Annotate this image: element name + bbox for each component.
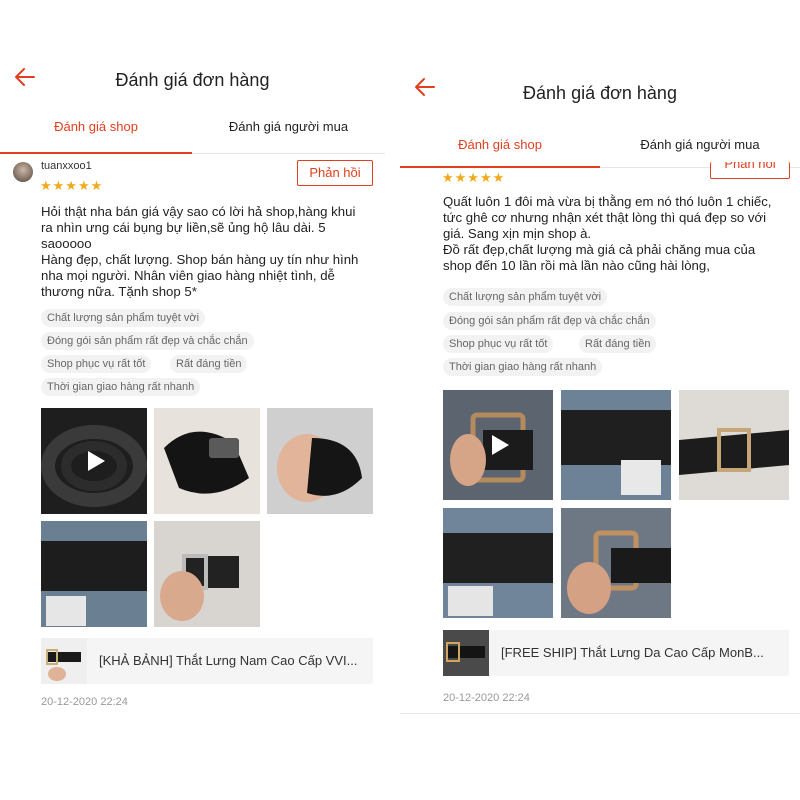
- review-tag: Chất lượng sản phẩm tuyệt vời: [41, 309, 206, 327]
- comment-line: Hàng đẹp, chất lượng. Shop bán hàng uy t…: [41, 252, 359, 267]
- review-video-thumb[interactable]: [41, 408, 147, 514]
- comment-line: giá. Sang xịn mịn shop à.: [443, 226, 592, 241]
- divider: [400, 713, 800, 714]
- review-photo[interactable]: [443, 508, 553, 618]
- comment-line: nha mọi người. Nhân viên giao hàng nhiệt…: [41, 268, 335, 283]
- active-tab-indicator: [400, 166, 600, 168]
- review-tag: Shop phục vụ rất tốt: [41, 355, 152, 373]
- avatar: [13, 162, 33, 182]
- belt-photo: [561, 390, 671, 500]
- page-header: Đánh giá đơn hàng: [0, 60, 385, 105]
- review-photo[interactable]: [561, 390, 671, 500]
- comment-line: Đồ rất đẹp,chất lượng mà giá cả phải chă…: [443, 242, 756, 257]
- comment-line: saooooo: [41, 236, 92, 251]
- review-tag: Rất đáng tiền: [579, 335, 657, 353]
- review-tag: Đóng gói sản phẩm rất đẹp và chắc chắn: [41, 332, 254, 350]
- belt-photo: [41, 521, 147, 627]
- product-thumbnail: [41, 638, 87, 684]
- comment-line: Quất luôn 1 đôi mà vừa bị thằng em nó th…: [443, 194, 772, 209]
- reply-button[interactable]: Phản hồi: [297, 160, 373, 186]
- review-tag: Chất lượng sản phẩm tuyệt vời: [443, 288, 608, 306]
- comment-line: ra nhìn ưng cái bụng bự liền,sẽ ủng hộ l…: [41, 220, 326, 235]
- review-photo[interactable]: [561, 508, 671, 618]
- page-title: Đánh giá đơn hàng: [523, 83, 677, 103]
- belt-photo: [679, 390, 789, 500]
- review-photo[interactable]: [679, 390, 789, 500]
- belt-photo: [154, 521, 260, 627]
- belt-product-photo: [443, 630, 489, 676]
- product-thumbnail: [443, 630, 489, 676]
- page-title: Đánh giá đơn hàng: [115, 70, 270, 90]
- review-date: 20-12-2020 22:24: [41, 696, 128, 708]
- review-comment: Quất luôn 1 đôi mà vừa bị thằng em nó th…: [443, 194, 793, 274]
- belt-photo: [561, 508, 671, 618]
- review-photo[interactable]: [154, 521, 260, 627]
- right-screenshot: Đánh giá đơn hàng Đánh giá shop Đánh giá…: [400, 70, 800, 730]
- review-photo[interactable]: [41, 521, 147, 627]
- rating-stars: ★★★★★: [442, 170, 506, 185]
- review-photo[interactable]: [154, 408, 260, 514]
- comment-line: shop đến 10 lần rồi mà lần nào cũng hài …: [443, 258, 710, 273]
- rating-stars: ★★★★★: [40, 178, 104, 193]
- review-video-thumb[interactable]: [443, 390, 553, 500]
- product-link[interactable]: [FREE SHIP] Thắt Lưng Da Cao Cấp MonB...: [443, 630, 789, 676]
- comment-line: thương nữa. Tặnh shop 5*: [41, 284, 197, 299]
- product-name: [KHẢ BẢNH] Thắt Lưng Nam Cao Cấp VVI...: [99, 653, 358, 668]
- username: tuanxxoo1: [41, 160, 92, 172]
- review-tag: Rất đáng tiền: [170, 355, 248, 373]
- review-tag: Đóng gói sản phẩm rất đẹp và chắc chắn: [443, 312, 656, 330]
- comment-line: Hỏi thật nha bán giá vậy sao có lời hả s…: [41, 204, 356, 219]
- tab-bar: Đánh giá shop Đánh giá người mua: [400, 115, 800, 168]
- review-photo[interactable]: [267, 408, 373, 514]
- tab-bar: Đánh giá shop Đánh giá người mua: [0, 105, 385, 154]
- belt-photo: [154, 408, 260, 514]
- belt-product-photo: [41, 638, 87, 684]
- page-header: Đánh giá đơn hàng: [400, 70, 800, 115]
- play-icon: [492, 435, 509, 455]
- product-name: [FREE SHIP] Thắt Lưng Da Cao Cấp MonB...: [501, 645, 764, 660]
- play-icon: [88, 451, 105, 471]
- review-date: 20-12-2020 22:24: [443, 692, 530, 704]
- review-comment: Hỏi thật nha bán giá vậy sao có lời hả s…: [41, 204, 381, 300]
- tab-shop-review[interactable]: Đánh giá shop: [0, 119, 192, 134]
- comment-line: tức ghê cơ nhưng nhận xét thật lòng thì …: [443, 210, 767, 225]
- review-tag: Thời gian giao hàng rất nhanh: [41, 378, 201, 396]
- reply-button[interactable]: Phản hồi: [710, 162, 790, 179]
- tab-buyer-review[interactable]: Đánh giá người mua: [600, 137, 800, 152]
- tab-shop-review[interactable]: Đánh giá shop: [400, 137, 600, 152]
- belt-photo: [443, 508, 553, 618]
- active-tab-indicator: [0, 152, 192, 154]
- review-tag: Shop phục vụ rất tốt: [443, 335, 554, 353]
- product-link[interactable]: [KHẢ BẢNH] Thắt Lưng Nam Cao Cấp VVI...: [41, 638, 373, 684]
- belt-photo: [267, 408, 373, 514]
- review-tag: Thời gian giao hàng rất nhanh: [443, 358, 603, 376]
- tab-buyer-review[interactable]: Đánh giá người mua: [192, 119, 385, 134]
- left-screenshot: Đánh giá đơn hàng Đánh giá shop Đánh giá…: [0, 60, 385, 740]
